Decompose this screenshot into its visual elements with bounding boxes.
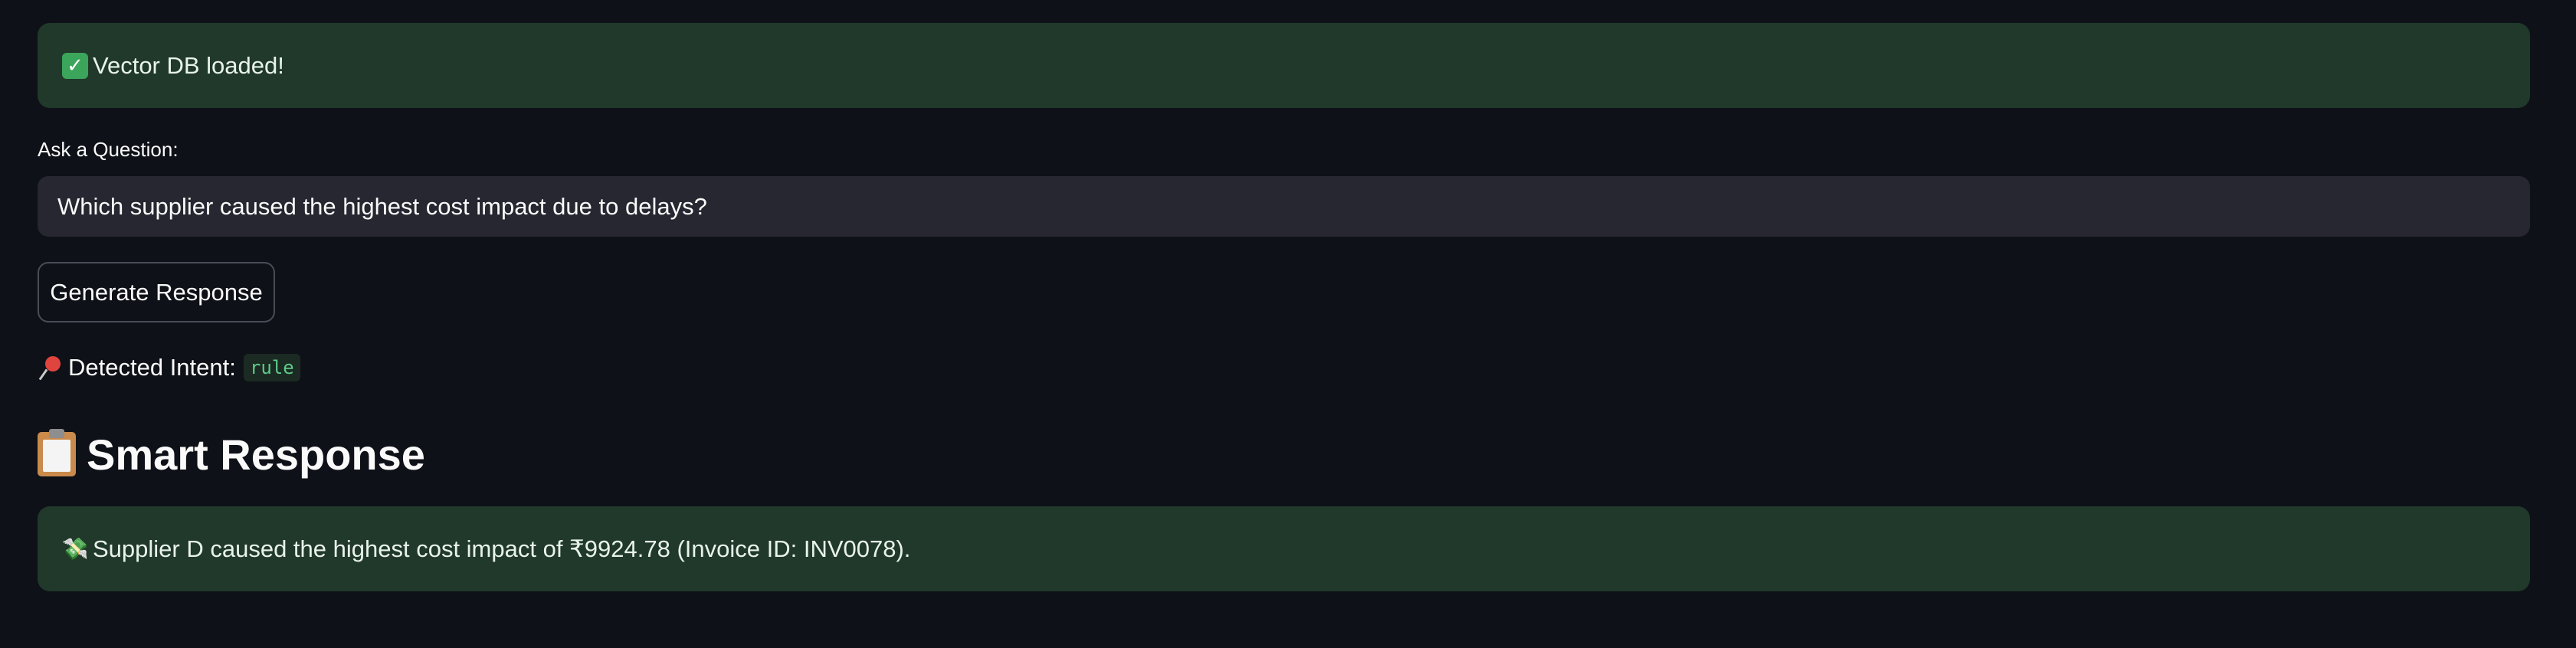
- question-input[interactable]: [38, 176, 2530, 237]
- generate-response-button[interactable]: Generate Response: [38, 262, 275, 322]
- detected-intent-row: Detected Intent: rule: [38, 351, 300, 385]
- check-mark-icon: ✓: [62, 52, 88, 79]
- app-page: ✓ Vector DB loaded! Ask a Question: Gene…: [0, 0, 2576, 648]
- status-text: Vector DB loaded!: [93, 51, 284, 79]
- pushpin-icon: [38, 355, 64, 381]
- clipboard-icon: [38, 429, 76, 476]
- intent-value: rule: [243, 354, 300, 381]
- intent-label: Detected Intent:: [68, 354, 236, 381]
- smart-response-heading: Smart Response: [38, 427, 425, 481]
- heading-text: Smart Response: [87, 430, 425, 479]
- question-label: Ask a Question:: [38, 138, 179, 161]
- vector-db-status-alert: ✓ Vector DB loaded!: [38, 23, 2530, 108]
- response-alert: 💸 Supplier D caused the highest cost imp…: [38, 506, 2530, 591]
- money-with-wings-icon: 💸: [61, 537, 89, 561]
- response-text: Supplier D caused the highest cost impac…: [93, 535, 911, 562]
